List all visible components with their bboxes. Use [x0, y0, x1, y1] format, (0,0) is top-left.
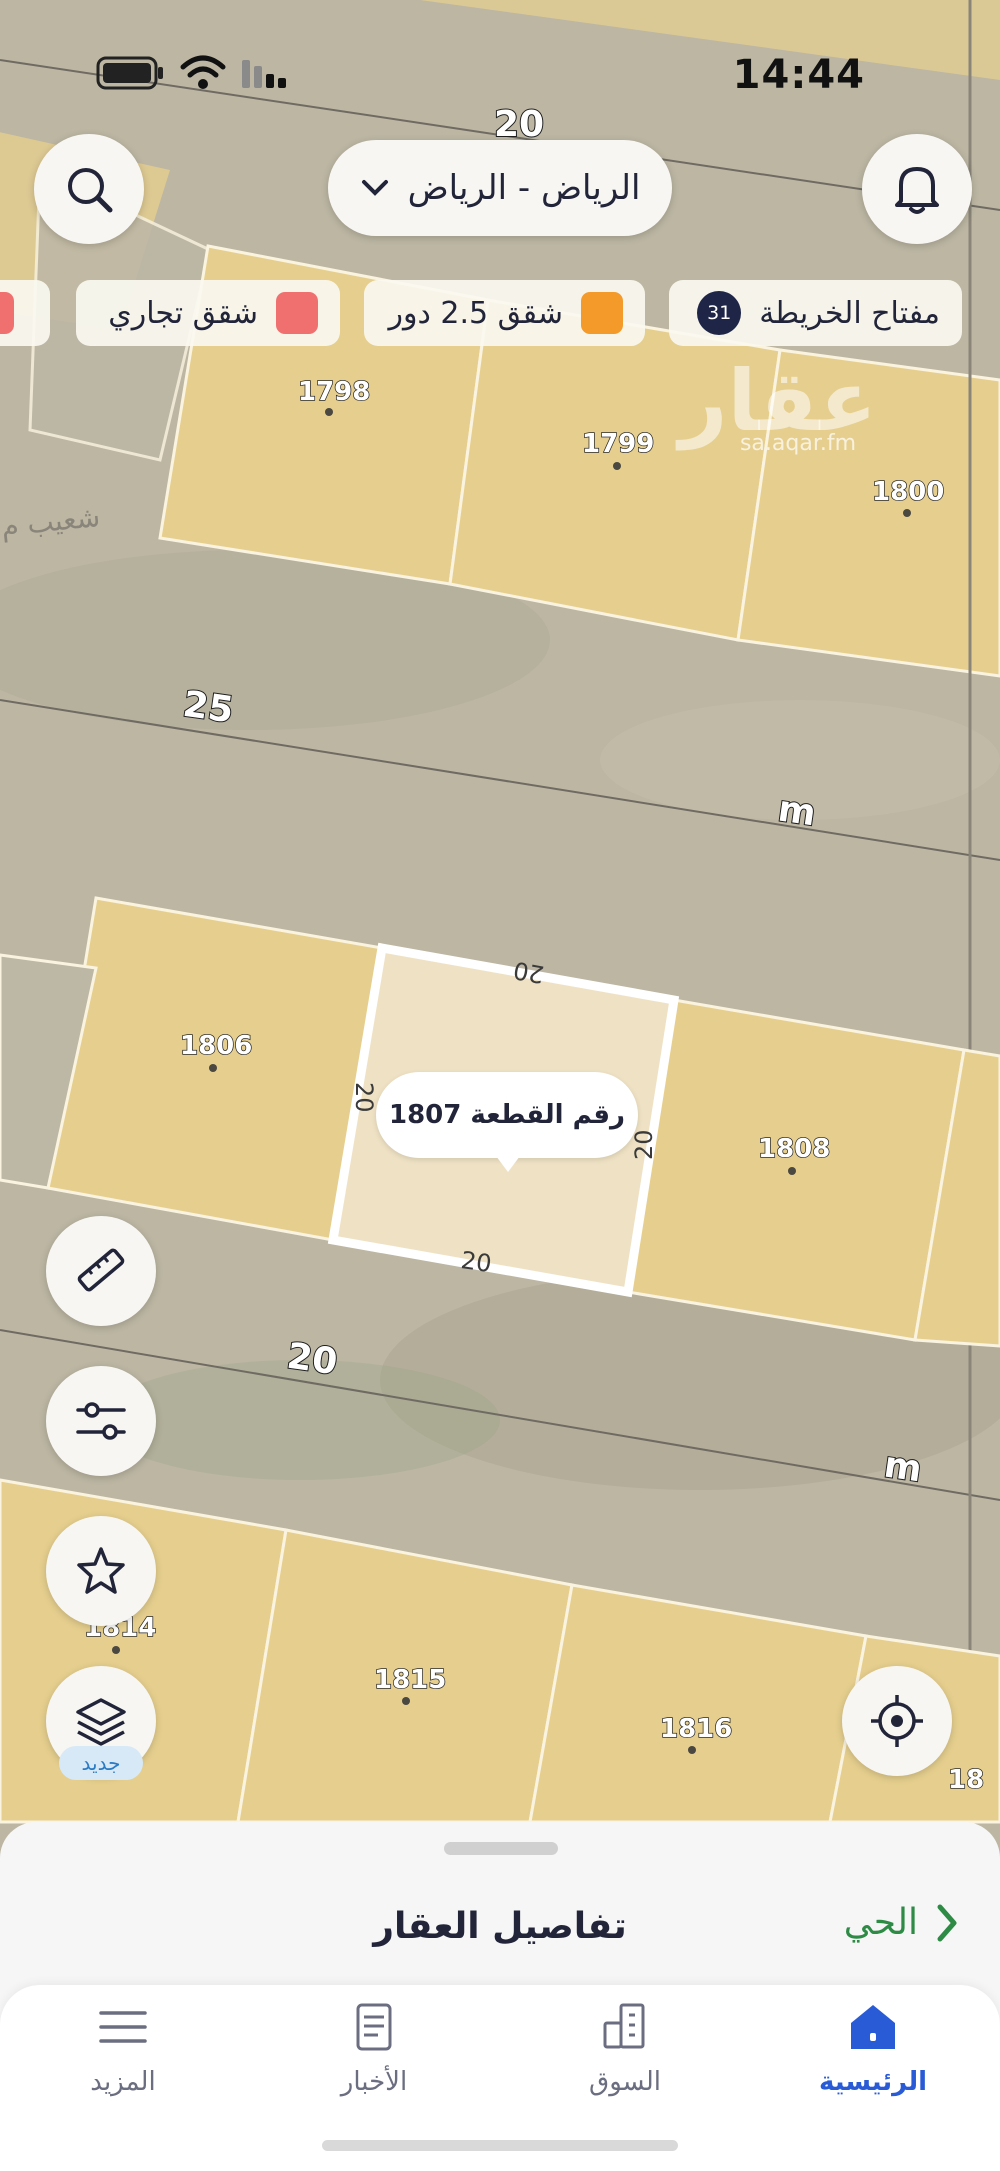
layers-icon [76, 1698, 126, 1746]
side-bottom: 20 [459, 1246, 493, 1278]
status-time: 14:44 [732, 52, 865, 98]
favorites-button[interactable] [46, 1516, 156, 1626]
red-swatch-icon [0, 292, 14, 334]
tab-more-label: المزيد [90, 2067, 156, 2097]
parcel-1806: 1806 [180, 1031, 252, 1061]
parcel-1799: 1799 [582, 429, 654, 459]
more-chip[interactable] [0, 280, 50, 346]
parcel-18: 18 [948, 1765, 984, 1795]
side-top: 20 [511, 956, 546, 989]
street-width-bottom: 20 [285, 1336, 340, 1384]
tab-home-label: الرئيسية [818, 2067, 928, 2097]
sliders-icon [76, 1402, 126, 1440]
street-width-middle: 25 [181, 684, 236, 732]
signal-icon [242, 60, 286, 88]
battery-icon [96, 56, 163, 90]
street-unit-2: m [881, 1445, 924, 1491]
sheet-title: تفاصيل العقار [373, 1906, 627, 1947]
selected-plot-label[interactable]: رقم القطعة 1807 [376, 1072, 638, 1172]
red-swatch-icon [276, 292, 318, 334]
city-label: الرياض - الرياض [407, 168, 641, 208]
orange-swatch-icon [581, 292, 623, 334]
street-width-top: 20 [494, 104, 544, 145]
parcel-1815: 1815 [374, 1665, 446, 1695]
menu-icon [99, 2011, 147, 2043]
tab-market[interactable]: السوق [525, 1985, 725, 2115]
notifications-button[interactable] [862, 134, 972, 244]
crosshair-icon [871, 1695, 923, 1747]
home-indicator [322, 2140, 678, 2151]
sheet-handle[interactable] [444, 1842, 558, 1855]
parcel-1798: 1798 [298, 377, 370, 407]
news-icon [356, 2003, 392, 2051]
measure-button[interactable] [46, 1216, 156, 1326]
ruler-icon [77, 1248, 125, 1292]
chevron-down-icon [361, 180, 388, 196]
tab-market-label: السوق [589, 2067, 661, 2097]
map-key-label: مفتاح الخريطة [759, 295, 940, 331]
apartments-2-5-label: شقق 2.5 دور [388, 295, 563, 331]
status-bar: 14:44 [0, 40, 1000, 110]
filters-button[interactable] [46, 1366, 156, 1476]
map-key-badge: 31 [697, 291, 742, 335]
star-icon [77, 1547, 125, 1594]
parcel-1800: 1800 [872, 477, 944, 507]
neighborhood-link[interactable]: الحي [844, 1902, 960, 1943]
commercial-apartments-chip[interactable]: شقق تجاري [76, 280, 340, 346]
home-icon [851, 2005, 895, 2049]
chevron-right-icon [937, 1904, 957, 1941]
map-key-chip[interactable]: مفتاح الخريطة 31 [669, 280, 962, 346]
search-icon [68, 168, 113, 213]
bell-icon [895, 167, 939, 214]
locate-button[interactable] [842, 1666, 952, 1776]
search-button[interactable] [34, 134, 144, 244]
side-right: 20 [630, 1129, 658, 1160]
tab-more[interactable]: المزيد [23, 1985, 223, 2115]
apartments-2-5-chip[interactable]: شقق 2.5 دور [364, 280, 645, 346]
new-badge: جديد [59, 1746, 143, 1780]
selected-plot-number: رقم القطعة 1807 [388, 1100, 626, 1130]
commercial-apartments-label: شقق تجاري [108, 295, 258, 331]
parcel-1808: 1808 [758, 1134, 830, 1164]
street-unit-1: m [775, 789, 818, 835]
side-left: 20 [350, 1082, 378, 1113]
neighborhood-label: الحي [843, 1902, 918, 1943]
building-icon [603, 2003, 645, 2049]
parcel-1816: 1816 [660, 1714, 732, 1744]
city-selector[interactable]: الرياض - الرياض [328, 140, 672, 236]
tab-home[interactable]: الرئيسية [773, 1985, 973, 2115]
tab-news[interactable]: الأخبار [274, 1985, 474, 2115]
watermark-url: sa.aqar.fm [740, 431, 856, 456]
wifi-icon [180, 55, 226, 89]
tab-news-label: الأخبار [340, 2067, 408, 2097]
